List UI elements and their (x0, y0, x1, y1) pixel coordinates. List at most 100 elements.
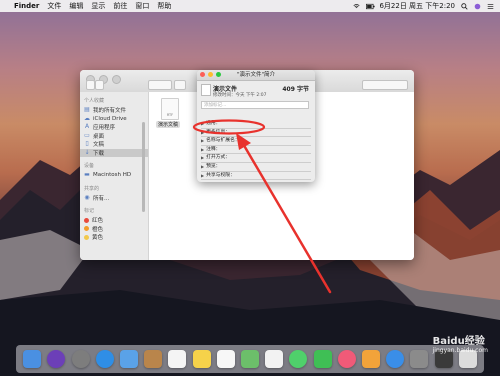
sidebar-item-label: iCloud Drive (93, 115, 127, 122)
section-comments[interactable]: ▶ 注释： (201, 146, 311, 155)
messages-icon[interactable] (289, 350, 308, 368)
sidebar-item-desktop[interactable]: ▭ 桌面 (80, 132, 148, 141)
sidebar-item-label: 文稿 (93, 142, 105, 149)
info-header: 演示文件 409 字节 修改时间：今天 下午 2:07 (200, 83, 312, 98)
contacts-icon[interactable] (144, 350, 163, 368)
zoom-button[interactable] (112, 75, 121, 84)
section-more-info[interactable]: ▶ 更多信息： (201, 129, 311, 138)
disclosure-triangle-icon: ▶ (201, 129, 205, 135)
sidebar-item-label: 所有... (93, 195, 110, 202)
tags-input[interactable]: 添加标记... (201, 101, 309, 109)
spotlight-search-icon[interactable] (461, 2, 468, 10)
info-window-controls (200, 72, 221, 77)
menu-window[interactable]: 窗口 (135, 1, 149, 11)
document-icon (201, 84, 211, 96)
get-info-window: "演示文件"简介 演示文件 409 字节 修改时间：今天 下午 2:07 添加标… (197, 70, 315, 182)
desktop-icon: ▭ (84, 131, 90, 139)
sidebar-scrollbar[interactable] (142, 122, 145, 212)
appstore-icon[interactable] (386, 350, 405, 368)
facetime-icon[interactable] (313, 350, 332, 368)
sidebar-item-downloads[interactable]: ↓ 下载 (80, 148, 148, 157)
info-window-titlebar: "演示文件"简介 (197, 70, 315, 81)
search-input[interactable] (362, 80, 408, 90)
view-mode-buttons[interactable] (148, 80, 172, 90)
preferences-icon[interactable] (410, 350, 429, 368)
info-file-size: 409 字节 (282, 86, 309, 93)
disclosure-triangle-icon: ▶ (201, 146, 205, 152)
disk-icon: ▬ (84, 171, 90, 179)
section-label: 预览： (206, 163, 221, 169)
close-button[interactable] (200, 72, 205, 77)
sidebar-item-tag-red[interactable]: 红色 (80, 216, 148, 225)
red-tag-icon (84, 217, 89, 223)
info-modified-date: 修改时间：今天 下午 2:07 (213, 93, 267, 98)
sidebar-item-tag-yellow[interactable]: 黄色 (80, 233, 148, 242)
menu-bar: Finder 文件 编辑 显示 前往 窗口 帮助 6月22日 周五 下午2:20 (0, 0, 500, 12)
back-button[interactable] (86, 80, 95, 90)
section-label: 更多信息： (206, 129, 231, 135)
finder-icon[interactable] (23, 350, 42, 368)
sidebar-item-label: 桌面 (93, 133, 105, 140)
info-window-title: "演示文件"简介 (236, 72, 276, 78)
forward-button[interactable] (95, 80, 104, 90)
watermark-url: jingyan.baidu.com (432, 347, 488, 354)
menu-app-name[interactable]: Finder (14, 2, 39, 10)
section-open-with[interactable]: ▶ 打开方式： (201, 154, 311, 163)
sidebar-item-documents[interactable]: ▯ 文稿 (80, 140, 148, 149)
battery-icon[interactable] (366, 3, 376, 10)
section-name-extension[interactable]: ▶ 名称与扩展名： (201, 137, 311, 146)
sidebar-item-all-shared[interactable]: ◉ 所有... (80, 194, 148, 203)
cloud-icon: ☁ (84, 114, 90, 122)
maps-icon[interactable] (240, 350, 259, 368)
baidu-watermark: Baidu经验 jingyan.baidu.com (433, 332, 488, 354)
section-label: 共享与权限： (206, 172, 235, 178)
sidebar-header-favorites: 个人收藏 (84, 98, 105, 104)
photos-icon[interactable] (265, 350, 284, 368)
menu-help[interactable]: 帮助 (157, 1, 171, 11)
ibooks-icon[interactable] (361, 350, 380, 368)
sidebar-header-shared: 共享的 (84, 185, 100, 192)
sidebar-item-applications[interactable]: A 应用程序 (80, 123, 148, 132)
launchpad-icon[interactable] (71, 350, 90, 368)
sidebar-item-label: Macintosh HD (93, 172, 132, 179)
yellow-tag-icon (84, 234, 89, 240)
reminders-icon[interactable] (216, 350, 235, 368)
zoom-button[interactable] (216, 72, 221, 77)
menu-edit[interactable]: 编辑 (69, 1, 83, 11)
minimize-button[interactable] (208, 72, 213, 77)
section-sharing-permissions[interactable]: ▶ 共享与权限： (201, 172, 311, 181)
notification-center-icon[interactable] (487, 3, 494, 10)
arrange-button[interactable] (174, 80, 186, 90)
disclosure-triangle-icon: ▶ (201, 155, 205, 161)
watermark-text: Baidu经验 (432, 336, 485, 347)
menu-go[interactable]: 前往 (113, 1, 127, 11)
file-name-label[interactable]: 演示文稿 (156, 121, 181, 128)
dock (16, 345, 484, 373)
network-icon: ◉ (84, 193, 90, 201)
sidebar-item-label: 橙色 (92, 226, 104, 233)
section-label: 注释： (206, 146, 221, 152)
wifi-icon[interactable] (353, 3, 361, 10)
section-general[interactable]: ▶ 通用： (201, 120, 311, 129)
siri-menu-icon[interactable] (474, 3, 481, 10)
menu-clock[interactable]: 6月22日 周五 下午2:20 (379, 1, 455, 11)
sidebar-item-all-files[interactable]: ▤ 我的所有文件 (80, 106, 148, 115)
rtf-document-icon[interactable]: RTF (161, 98, 179, 120)
documents-icon: ▯ (85, 140, 89, 148)
sidebar-item-tag-orange[interactable]: 橙色 (80, 225, 148, 234)
notes-icon[interactable] (192, 350, 211, 368)
sidebar-item-label: 下载 (93, 150, 105, 157)
safari-icon[interactable] (95, 350, 114, 368)
section-preview[interactable]: ▶ 预览： (201, 163, 311, 172)
mail-icon[interactable] (119, 350, 138, 368)
menu-view[interactable]: 显示 (91, 1, 105, 11)
music-icon[interactable] (337, 350, 356, 368)
sidebar-item-icloud[interactable]: ☁ iCloud Drive (80, 115, 148, 124)
siri-icon[interactable] (47, 350, 66, 368)
sidebar-item-macintosh-hd[interactable]: ▬ Macintosh HD (80, 171, 148, 180)
download-icon: ↓ (84, 148, 90, 156)
menu-file[interactable]: 文件 (47, 1, 61, 11)
desktop: Finder 文件 编辑 显示 前往 窗口 帮助 6月22日 周五 下午2:20 (0, 0, 500, 376)
info-sections: ▶ 通用： ▶ 更多信息： ▶ 名称与扩展名： ▶ 注释： ▶ 打开方式： ▶ 预览： ▶ 共… (201, 120, 311, 181)
calendar-icon[interactable] (168, 350, 187, 368)
